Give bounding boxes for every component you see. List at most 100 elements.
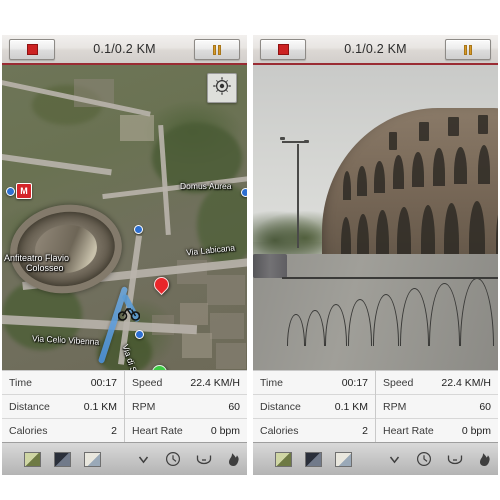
thumbnail-night-view-button[interactable]	[305, 451, 322, 467]
building-block	[207, 275, 245, 305]
stat-label: RPM	[383, 400, 407, 413]
end-pin[interactable]	[148, 361, 171, 370]
stop-button[interactable]	[9, 39, 55, 60]
building-block	[120, 115, 154, 141]
stat-row-speed: Speed 22.4 KM/H	[125, 371, 247, 395]
toolbar-controls	[121, 451, 247, 467]
poi-marker[interactable]	[134, 225, 143, 234]
lamppost-arm	[282, 141, 307, 144]
thumbnail-map-green-button[interactable]	[24, 451, 41, 467]
building-block	[180, 303, 208, 325]
flame-icon[interactable]	[478, 452, 491, 467]
poi-marker[interactable]	[6, 187, 15, 196]
app-screen: 0.1/0.2 KM M Domus Aurea Anfiteatro Flav…	[0, 0, 500, 500]
clock-icon[interactable]	[416, 451, 432, 467]
stop-button[interactable]	[260, 39, 306, 60]
compass-control-button[interactable]	[207, 73, 237, 103]
map-viewport[interactable]: M Domus Aurea Anfiteatro Flavio Colosseo…	[2, 65, 247, 370]
map-panel: 0.1/0.2 KM M Domus Aurea Anfiteatro Flav…	[2, 35, 247, 475]
stat-label: Speed	[383, 376, 414, 389]
building-block	[182, 333, 212, 358]
stat-value: 22.4 KM/H	[441, 376, 491, 389]
top-margin	[0, 0, 500, 35]
pause-icon	[213, 44, 221, 55]
stat-label: RPM	[132, 400, 156, 413]
compass-icon	[212, 76, 232, 101]
stat-value: 00:17	[90, 376, 117, 389]
thumbnail-night-view-button[interactable]	[54, 451, 71, 467]
stat-row-rpm: RPM 60	[125, 395, 247, 419]
route-icon[interactable]	[447, 453, 463, 466]
stat-label: Heart Rate	[383, 424, 434, 437]
stat-row-distance: Distance 0.1 KM	[2, 395, 124, 419]
roadside-fence	[282, 276, 498, 346]
stat-value: 2	[362, 424, 368, 437]
stat-label: Distance	[9, 400, 50, 413]
stat-row-calories: Calories 2	[253, 419, 375, 442]
thumbnail-streetview-button[interactable]	[335, 451, 352, 467]
bicycle-icon	[117, 305, 141, 326]
stat-label: Time	[260, 376, 283, 389]
start-pin[interactable]	[150, 273, 173, 296]
stats-column-left: Time 00:17 Distance 0.1 KM Calories 2	[2, 371, 124, 442]
stat-label: Heart Rate	[132, 424, 183, 437]
road	[2, 152, 112, 176]
stats-column-right: Speed 22.4 KM/H RPM 60 Heart Rate 0 bpm	[124, 371, 247, 442]
distance-readout: 0.1/0.2 KM	[344, 42, 407, 56]
parked-cars	[253, 254, 288, 279]
clock-icon[interactable]	[165, 451, 181, 467]
stat-row-time: Time 00:17	[253, 371, 375, 395]
satellite-map[interactable]: M Domus Aurea Anfiteatro Flavio Colosseo…	[2, 65, 247, 370]
bottom-margin	[0, 475, 500, 500]
stats-table: Time 00:17 Distance 0.1 KM Calories 2 Sp…	[2, 370, 247, 442]
map-panel-header: 0.1/0.2 KM	[2, 35, 247, 65]
stat-value: 2	[111, 424, 117, 437]
vegetation-patch	[197, 185, 247, 265]
thumbnail-streetview-button[interactable]	[84, 451, 101, 467]
stat-row-distance: Distance 0.1 KM	[253, 395, 375, 419]
stop-icon	[277, 44, 289, 55]
toolbar-thumbnails	[2, 451, 101, 467]
metro-station-icon[interactable]: M	[16, 183, 32, 199]
streetview-panel-header: 0.1/0.2 KM	[253, 35, 498, 65]
tree-line	[253, 211, 327, 261]
thumbnail-map-green-button[interactable]	[275, 451, 292, 467]
route-icon[interactable]	[196, 453, 212, 466]
building-block	[216, 343, 246, 369]
stat-label: Calories	[9, 424, 48, 437]
stats-column-right: Speed 22.4 KM/H RPM 60 Heart Rate 0 bpm	[375, 371, 498, 442]
stat-value: 0.1 KM	[334, 400, 368, 413]
bottom-toolbar	[2, 442, 247, 475]
chevron-down-icon[interactable]	[137, 453, 150, 466]
stat-value: 60	[228, 400, 240, 413]
stop-icon	[26, 44, 38, 55]
stat-label: Distance	[260, 400, 301, 413]
poi-marker[interactable]	[135, 330, 144, 339]
lamp-head	[304, 139, 310, 143]
stat-value: 00:17	[341, 376, 368, 389]
stat-row-heart-rate: Heart Rate 0 bpm	[376, 419, 498, 442]
building-block	[210, 313, 244, 339]
stat-row-calories: Calories 2	[2, 419, 124, 442]
chevron-down-icon[interactable]	[388, 453, 401, 466]
stat-label: Speed	[132, 376, 163, 389]
stat-row-time: Time 00:17	[2, 371, 124, 395]
lamp-head	[279, 136, 285, 140]
stat-value: 0 bpm	[461, 424, 491, 437]
stat-value: 60	[479, 400, 491, 413]
stat-row-speed: Speed 22.4 KM/H	[376, 371, 498, 395]
pause-button[interactable]	[194, 39, 240, 60]
stat-value: 0 bpm	[210, 424, 240, 437]
streetview-viewport[interactable]	[253, 65, 498, 370]
flame-icon[interactable]	[227, 452, 240, 467]
stat-label: Time	[9, 376, 32, 389]
street-view-image[interactable]	[253, 65, 498, 370]
stats-table: Time 00:17 Distance 0.1 KM Calories 2 Sp…	[253, 370, 498, 442]
bottom-toolbar	[253, 442, 498, 475]
stat-value: 0.1 KM	[83, 400, 117, 413]
poi-marker[interactable]	[241, 188, 247, 197]
pause-button[interactable]	[445, 39, 491, 60]
streetview-panel: 0.1/0.2 KM Time 00:17 Distance 0.1 KM Ca…	[253, 35, 498, 475]
stat-value: 22.4 KM/H	[190, 376, 240, 389]
distance-readout: 0.1/0.2 KM	[93, 42, 156, 56]
